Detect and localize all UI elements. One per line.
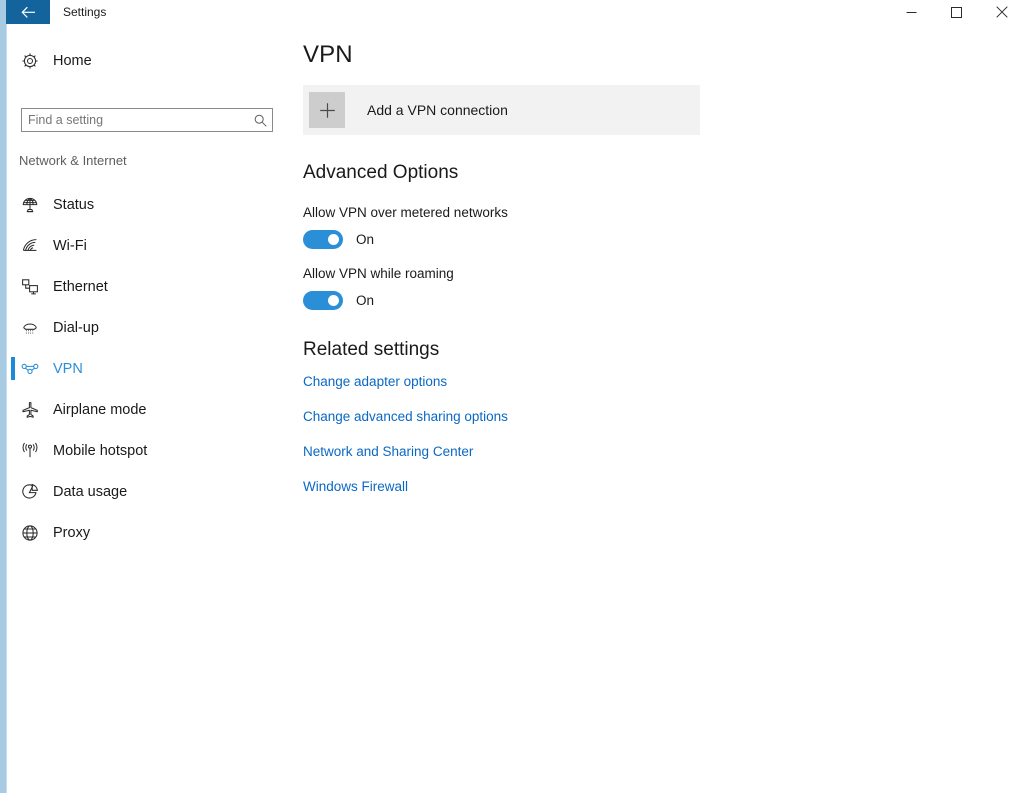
link-windows-firewall[interactable]: Windows Firewall [303,479,408,494]
related-settings-heading: Related settings [303,339,440,360]
sidebar-item-vpn[interactable]: VPN [7,348,290,389]
selection-indicator [11,521,15,544]
sidebar-item-airplane-mode[interactable]: Airplane mode [7,389,290,430]
selection-indicator [11,193,15,216]
sidebar-item-label: Dial-up [53,319,99,336]
sidebar-item-mobile-hotspot[interactable]: Mobile hotspot [7,430,290,471]
window-title: Settings [63,5,107,19]
add-vpn-connection-button[interactable]: Add a VPN connection [303,85,700,135]
add-vpn-connection-label: Add a VPN connection [367,102,508,118]
minimize-icon [906,7,917,18]
title-bar: Settings [6,0,1024,24]
sidebar-item-label: Proxy [53,524,91,541]
allow-vpn-metered-label: Allow VPN over metered networks [303,205,508,220]
related-settings-links: Change adapter options Change advanced s… [303,374,663,514]
link-change-advanced-sharing[interactable]: Change advanced sharing options [303,409,508,424]
search-icon [248,114,272,127]
search-input[interactable] [22,109,248,131]
sidebar-item-label: Ethernet [53,278,108,295]
selection-indicator [11,316,15,339]
maximize-icon [951,6,962,18]
sidebar-item-ethernet[interactable]: Ethernet [7,266,290,307]
main-content: VPN Add a VPN connection Advanced Option… [290,24,1024,793]
allow-vpn-metered-row: On [303,230,374,249]
sidebar-item-label: Mobile hotspot [53,442,148,459]
selection-indicator [11,275,15,298]
close-button[interactable] [979,0,1024,24]
allow-vpn-roaming-label: Allow VPN while roaming [303,266,454,281]
selection-indicator [11,234,15,257]
back-arrow-icon [20,6,36,19]
sidebar-item-wifi[interactable]: Wi-Fi [7,225,290,266]
maximize-button[interactable] [934,0,979,24]
advanced-options-heading: Advanced Options [303,162,459,183]
sidebar-item-label: Wi-Fi [53,237,87,254]
sidebar-item-data-usage[interactable]: Data usage [7,471,290,512]
sidebar-nav-list: Status Wi-Fi Ethernet Dial-up VPN Airpla… [7,184,290,553]
sidebar-item-label: Data usage [53,483,128,500]
selection-indicator [11,480,15,503]
minimize-button[interactable] [889,0,934,24]
settings-window: Settings Home Find a setting Network & I… [6,0,1024,793]
allow-vpn-roaming-row: On [303,291,374,310]
link-network-and-sharing-center[interactable]: Network and Sharing Center [303,444,473,459]
gear-icon [7,52,53,70]
allow-vpn-metered-state: On [356,232,375,247]
allow-vpn-roaming-state: On [356,293,375,308]
sidebar-item-status[interactable]: Status [7,184,290,225]
sidebar-item-label: Airplane mode [53,401,147,418]
sidebar: Home Network & Internet [7,24,290,793]
selection-indicator [11,439,15,462]
selection-indicator [11,357,15,380]
sidebar-category-label: Network & Internet [19,153,127,168]
allow-vpn-metered-toggle[interactable] [303,230,343,249]
sidebar-item-label: Status [53,196,95,213]
sidebar-item-proxy[interactable]: Proxy [7,512,290,553]
toggle-knob [328,234,339,245]
allow-vpn-roaming-toggle[interactable] [303,291,343,310]
search-box[interactable] [21,108,273,132]
toggle-knob [328,295,339,306]
sidebar-item-home-label: Home [53,53,92,69]
page-title: VPN [303,41,353,68]
back-button[interactable] [6,0,50,24]
selection-indicator [11,398,15,421]
sidebar-item-label: VPN [53,360,83,377]
plus-icon [309,92,345,128]
link-change-adapter-options[interactable]: Change adapter options [303,374,447,389]
sidebar-item-home[interactable]: Home [7,43,290,79]
sidebar-item-dialup[interactable]: Dial-up [7,307,290,348]
close-icon [995,6,1008,18]
